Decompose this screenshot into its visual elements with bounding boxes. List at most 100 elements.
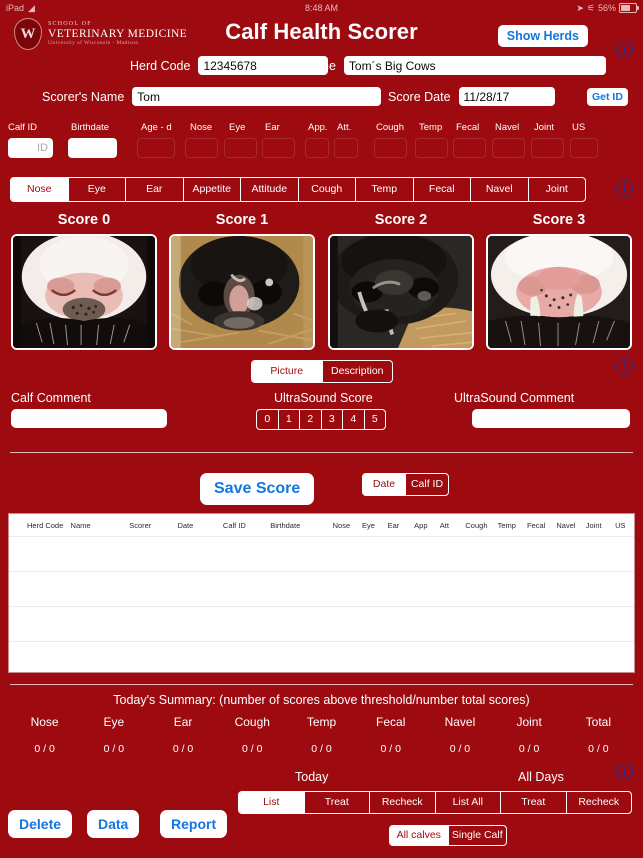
view-mode-picture[interactable]: Picture — [252, 361, 323, 382]
delete-button[interactable]: Delete — [8, 810, 73, 838]
summary-value-total: 0 / 0 — [588, 743, 609, 755]
th-navel: Navel — [556, 520, 576, 530]
scope-all-calves[interactable]: All calves — [390, 826, 449, 845]
summary-value-nose: 0 / 0 — [34, 743, 55, 755]
today-list-button[interactable]: List — [239, 792, 305, 813]
bluetooth-icon: ⚟ — [586, 2, 595, 13]
table-row[interactable] — [9, 641, 634, 672]
scores-table[interactable]: Herd Code Name Scorer Date Calf ID Birth… — [8, 513, 635, 673]
info-icon-header[interactable]: i — [616, 41, 633, 58]
calf-nose-score-0-photo[interactable] — [11, 234, 157, 350]
report-button[interactable]: Report — [160, 810, 228, 838]
summary-header-ear: Ear — [173, 715, 193, 729]
birthdate-input[interactable] — [68, 138, 117, 158]
sort-by-calf-id[interactable]: Calf ID — [406, 474, 448, 495]
tab-temp[interactable]: Temp — [356, 178, 414, 201]
location-arrow-icon: ➤ — [576, 2, 584, 13]
all-days-treat-button[interactable]: Treat — [501, 792, 567, 813]
calf-nose-score-2-photo[interactable] — [328, 234, 474, 350]
us-score-5[interactable]: 5 — [365, 410, 386, 429]
col-header-age: Age - d — [141, 122, 172, 133]
all-days-list-all-button[interactable]: List All — [436, 792, 501, 813]
us-score-0[interactable]: 0 — [257, 410, 279, 429]
tab-cough[interactable]: Cough — [299, 178, 356, 201]
uw-vet-med-logo: W SCHOOL OF VETERINARY MEDICINE Universi… — [14, 18, 187, 50]
us-score-1[interactable]: 1 — [279, 410, 300, 429]
tab-appetite[interactable]: Appetite — [184, 178, 241, 201]
th-joint: Joint — [585, 520, 602, 530]
us-score-4[interactable]: 4 — [343, 410, 365, 429]
us-score-3[interactable]: 3 — [322, 410, 343, 429]
tab-nose[interactable]: Nose — [11, 178, 69, 201]
th-name: Name — [70, 520, 91, 530]
th-cough: Cough — [465, 520, 488, 530]
score-0-label: Score 0 — [57, 212, 111, 228]
info-icon-categories[interactable]: i — [616, 180, 633, 197]
view-mode-description[interactable]: Description — [323, 361, 393, 382]
score-date-input[interactable] — [458, 87, 555, 106]
tab-eye[interactable]: Eye — [69, 178, 126, 201]
tab-attitude[interactable]: Attitude — [241, 178, 299, 201]
list-actions-toggle[interactable]: List Treat Recheck List All Treat Rechec… — [238, 791, 632, 814]
all-days-recheck-button[interactable]: Recheck — [567, 792, 632, 813]
fecal-score-display — [453, 138, 486, 158]
age-display — [137, 138, 175, 158]
data-button[interactable]: Data — [87, 810, 140, 838]
summary-cell-cough: Cough 0 / 0 — [218, 715, 287, 755]
herd-name-input[interactable] — [343, 56, 606, 75]
cough-score-display — [374, 138, 407, 158]
info-icon-view-mode[interactable]: i — [616, 358, 633, 375]
herd-name-group: Herd Name — [272, 56, 606, 75]
nose-score-display — [185, 138, 218, 158]
category-tabs[interactable]: Nose Eye Ear Appetite Attitude Cough Tem… — [10, 177, 586, 202]
summary-value-eye: 0 / 0 — [103, 743, 125, 755]
scope-single-calf[interactable]: Single Calf — [449, 826, 507, 845]
th-eye: Eye — [362, 520, 375, 530]
app-header: W SCHOOL OF VETERINARY MEDICINE Universi… — [0, 16, 643, 58]
calf-nose-score-3-photo[interactable] — [486, 234, 632, 350]
score-3-label: Score 3 — [532, 212, 586, 228]
calves-scope-toggle[interactable]: All calves Single Calf — [389, 825, 507, 846]
table-row[interactable] — [9, 571, 634, 606]
sort-by-date[interactable]: Date — [363, 474, 406, 495]
divider-above-summary — [10, 684, 633, 685]
col-header-att: Att. — [337, 122, 352, 133]
save-score-button[interactable]: Save Score — [200, 473, 315, 505]
us-score-2[interactable]: 2 — [300, 410, 322, 429]
summary-header-temp: Temp — [306, 715, 337, 729]
th-ear: Ear — [387, 520, 400, 530]
table-row[interactable] — [9, 606, 634, 641]
scorer-name-group: Scorer's Name — [42, 87, 382, 106]
ultrasound-score-picker[interactable]: 0 1 2 3 4 5 — [256, 409, 386, 430]
show-herds-button[interactable]: Show Herds — [497, 25, 588, 47]
battery-percent-label: 56% — [597, 3, 616, 13]
sort-toggle[interactable]: Date Calf ID — [362, 473, 449, 496]
th-scorer: Scorer — [129, 520, 152, 530]
tab-navel[interactable]: Navel — [471, 178, 529, 201]
score-card-0: Score 0 — [11, 212, 157, 350]
get-id-button[interactable]: Get ID — [587, 88, 628, 106]
info-icon-bottom[interactable]: i — [616, 763, 633, 780]
today-recheck-button[interactable]: Recheck — [370, 792, 436, 813]
summary-value-navel: 0 / 0 — [449, 743, 471, 755]
uw-crest-icon: W — [14, 18, 42, 50]
summary-header-joint: Joint — [516, 715, 542, 729]
th-calf-id: Calf ID — [222, 520, 246, 530]
summary-header-total: Total — [585, 715, 612, 729]
tab-fecal[interactable]: Fecal — [414, 178, 471, 201]
th-app: App — [414, 520, 428, 530]
calf-comment-input[interactable] — [11, 409, 167, 428]
eye-score-display — [224, 138, 257, 158]
summary-grid: Nose 0 / 0 Eye 0 / 0 Ear 0 / 0 Cough 0 /… — [10, 715, 633, 755]
scorer-name-input[interactable] — [132, 87, 382, 106]
logo-line-2: VETERINARY MEDICINE — [48, 27, 188, 40]
ultrasound-comment-input[interactable] — [472, 409, 630, 428]
tab-ear[interactable]: Ear — [126, 178, 184, 201]
today-treat-button[interactable]: Treat — [305, 792, 370, 813]
view-mode-toggle[interactable]: Picture Description — [251, 360, 393, 383]
calf-nose-score-1-photo[interactable] — [169, 234, 315, 350]
table-row[interactable] — [9, 536, 634, 571]
calf-id-input[interactable]: ID — [8, 138, 53, 158]
tab-joint[interactable]: Joint — [529, 178, 586, 201]
status-bar-time: 8:48 AM — [304, 3, 339, 13]
